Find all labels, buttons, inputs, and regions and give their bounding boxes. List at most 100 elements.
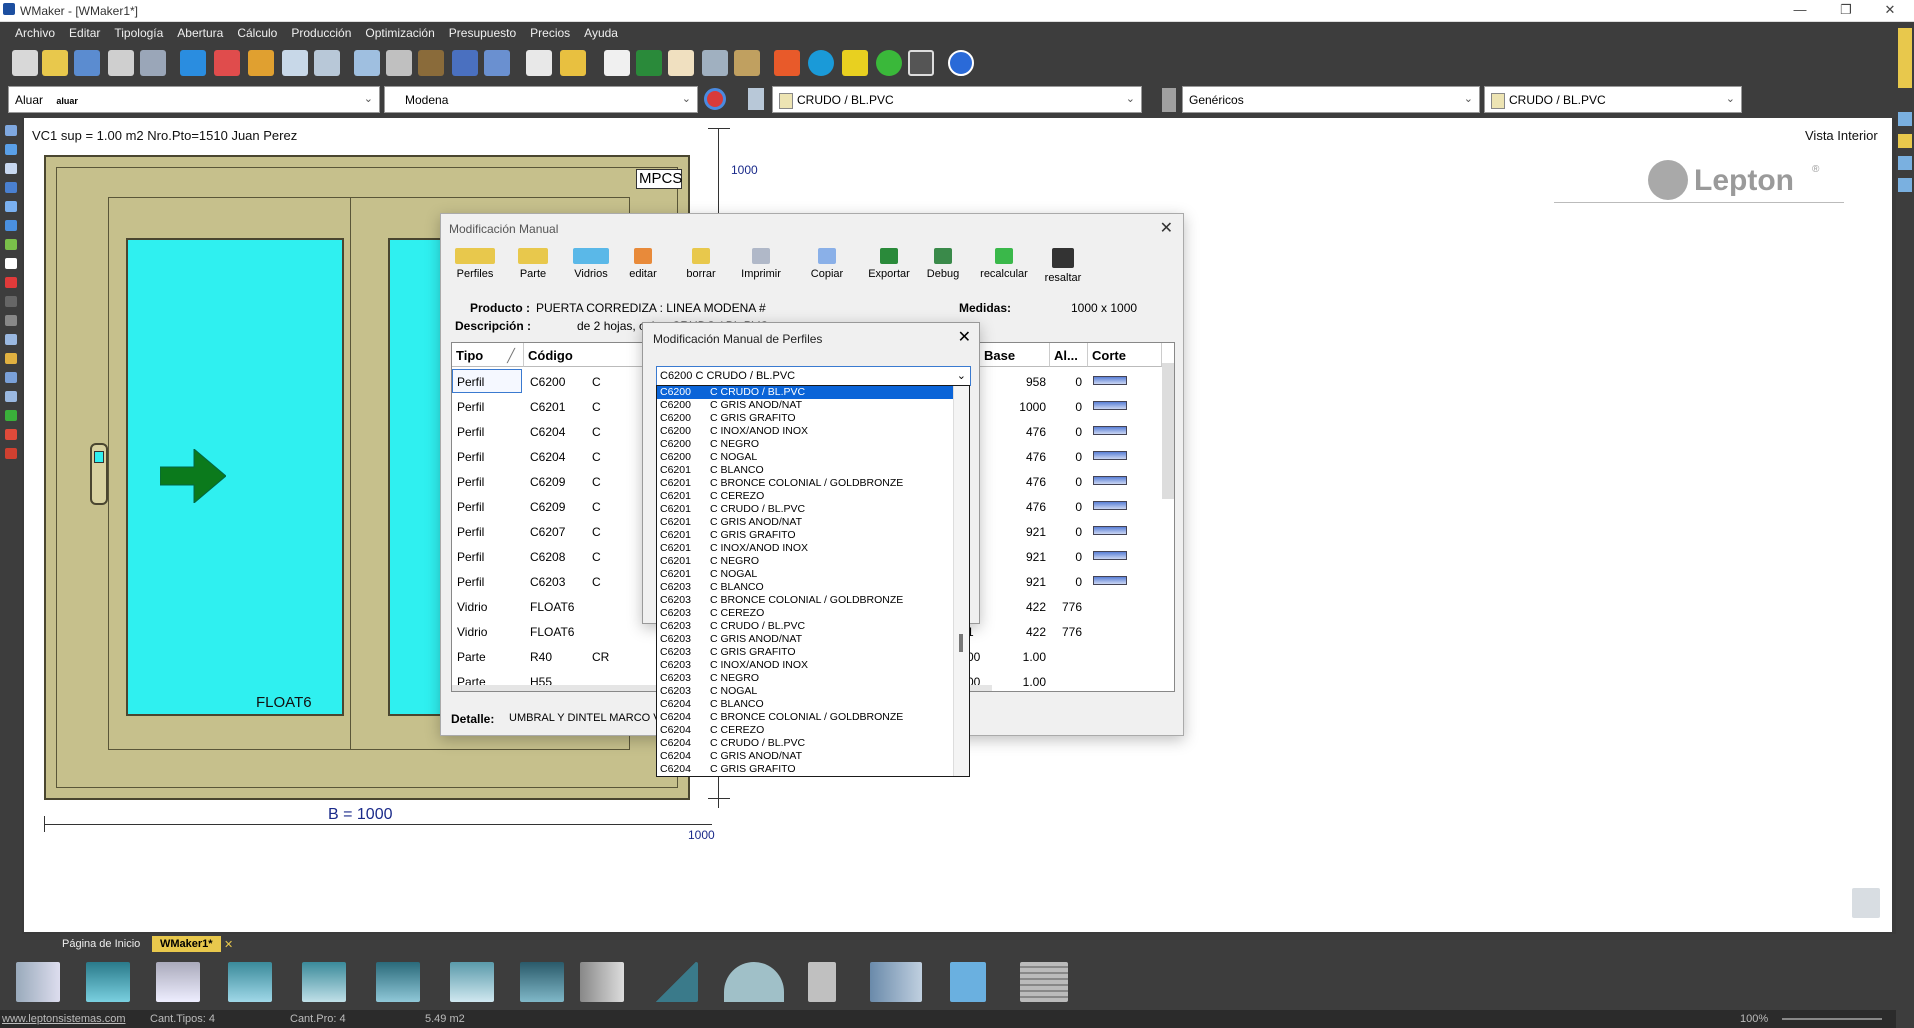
col-alto[interactable]: Al... bbox=[1050, 343, 1088, 367]
color2-combo[interactable]: CRUDO / BL.PVC ⌄ bbox=[1484, 86, 1742, 113]
ruler-icon[interactable] bbox=[702, 50, 728, 76]
menu-produccion[interactable]: Producción bbox=[284, 26, 358, 40]
tool-icon[interactable] bbox=[5, 448, 17, 459]
dropdown-option[interactable]: C6204 C BRONCE COLONIAL / GOLDBRONZE bbox=[657, 711, 953, 724]
website-link[interactable]: www.leptonsistemas.com bbox=[2, 1013, 126, 1025]
tool-icon[interactable] bbox=[5, 410, 17, 421]
help-icon[interactable] bbox=[948, 50, 974, 76]
panel-icon[interactable] bbox=[1898, 112, 1912, 126]
glass-combo[interactable]: Genéricos ⌄ bbox=[1182, 86, 1480, 113]
close-icon[interactable]: ✕ bbox=[1870, 2, 1910, 18]
editar-button[interactable]: editar bbox=[615, 248, 671, 280]
pivot-window-icon[interactable] bbox=[376, 962, 420, 1002]
restore-icon[interactable]: ❐ bbox=[1826, 2, 1866, 18]
dropdown-option[interactable]: C6204 C CRUDO / BL.PVC bbox=[657, 737, 953, 750]
dropdown-option[interactable]: C6201 C NOGAL bbox=[657, 568, 953, 581]
list-icon[interactable] bbox=[604, 50, 630, 76]
fixed-window-icon[interactable] bbox=[86, 962, 130, 1002]
dropdown-option[interactable]: C6204 C BLANCO bbox=[657, 698, 953, 711]
delete-icon[interactable] bbox=[5, 277, 17, 288]
zoom-icon[interactable] bbox=[5, 201, 17, 212]
exportar-button[interactable]: Exportar bbox=[861, 248, 917, 280]
dropdown-option[interactable]: C6204 C GRIS GRAFITO bbox=[657, 763, 953, 776]
dropdown-option[interactable]: C6203 C NOGAL bbox=[657, 685, 953, 698]
tab-close-icon[interactable]: ✕ bbox=[216, 936, 241, 952]
trash-icon[interactable] bbox=[1852, 888, 1880, 918]
map-icon[interactable] bbox=[734, 50, 760, 76]
save-icon[interactable] bbox=[74, 50, 100, 76]
panel-icon[interactable] bbox=[1898, 156, 1912, 170]
parte-button[interactable]: Parte bbox=[505, 248, 561, 280]
frame-icon[interactable] bbox=[248, 50, 274, 76]
menu-presupuesto[interactable]: Presupuesto bbox=[442, 26, 523, 40]
tilt-window-icon[interactable] bbox=[156, 962, 200, 1002]
report-icon[interactable] bbox=[526, 50, 552, 76]
vidrios-button[interactable]: Vidrios bbox=[563, 248, 619, 280]
refresh-icon[interactable] bbox=[704, 88, 726, 110]
menu-editar[interactable]: Editar bbox=[62, 26, 107, 40]
door-icon[interactable] bbox=[808, 962, 836, 1002]
percent-icon[interactable] bbox=[774, 50, 800, 76]
dropdown-option[interactable]: C6201 C CRUDO / BL.PVC bbox=[657, 503, 953, 516]
dropdown-option[interactable]: C6203 C INOX/ANOD INOX bbox=[657, 659, 953, 672]
menu-ayuda[interactable]: Ayuda bbox=[577, 26, 625, 40]
dropdown-option[interactable]: C6200 C INOX/ANOD INOX bbox=[657, 425, 953, 438]
dropdown-option[interactable]: C6203 C GRIS GRAFITO bbox=[657, 646, 953, 659]
menu-abertura[interactable]: Abertura bbox=[170, 26, 230, 40]
curtain-wall-icon[interactable] bbox=[870, 962, 922, 1002]
tool-icon[interactable] bbox=[5, 372, 17, 383]
double-casement-icon[interactable] bbox=[302, 962, 346, 1002]
dropdown-option[interactable]: C6200 C GRIS GRAFITO bbox=[657, 412, 953, 425]
print-icon[interactable] bbox=[108, 50, 134, 76]
vertical-tab[interactable] bbox=[1898, 28, 1912, 88]
windows-icon[interactable] bbox=[180, 50, 206, 76]
dropdown-option[interactable]: C6203 C CEREZO bbox=[657, 607, 953, 620]
louver-window-icon[interactable] bbox=[520, 962, 564, 1002]
sliding-window-icon[interactable] bbox=[16, 962, 60, 1002]
camera-icon[interactable] bbox=[908, 50, 934, 76]
dropdown-option[interactable]: C6201 C GRIS GRAFITO bbox=[657, 529, 953, 542]
col-corte[interactable]: Corte bbox=[1088, 343, 1162, 367]
triangle-window-icon[interactable] bbox=[654, 962, 698, 1002]
tool-icon[interactable] bbox=[5, 182, 17, 193]
open-folder-icon[interactable] bbox=[42, 50, 68, 76]
scissors-icon[interactable] bbox=[5, 315, 17, 326]
glasses-icon[interactable] bbox=[418, 50, 444, 76]
dropdown-option[interactable]: C6203 C BRONCE COLONIAL / GOLDBRONZE bbox=[657, 594, 953, 607]
excel-icon[interactable] bbox=[636, 50, 662, 76]
dropdown-option[interactable]: C6200 C CRUDO / BL.PVC bbox=[657, 386, 953, 399]
dropdown-option[interactable]: C6201 C GRIS ANOD/NAT bbox=[657, 516, 953, 529]
copiar-button[interactable]: Copiar bbox=[799, 248, 855, 280]
eraser-icon[interactable] bbox=[214, 50, 240, 76]
dropdown-option[interactable]: C6200 C NOGAL bbox=[657, 451, 953, 464]
col-base[interactable]: Base bbox=[980, 343, 1050, 367]
dropdown-option[interactable]: C6201 C NEGRO bbox=[657, 555, 953, 568]
dropdown-option[interactable]: C6201 C CEREZO bbox=[657, 490, 953, 503]
dropdown-option[interactable]: C6201 C INOX/ANOD INOX bbox=[657, 542, 953, 555]
borrar-button[interactable]: borrar bbox=[673, 248, 729, 280]
brush-icon[interactable] bbox=[386, 50, 412, 76]
download-icon[interactable] bbox=[808, 50, 834, 76]
resaltar-button[interactable]: resaltar bbox=[1035, 248, 1091, 284]
arch-window-icon[interactable] bbox=[724, 962, 784, 1002]
triangle-ruler-icon[interactable] bbox=[842, 50, 868, 76]
tool-icon[interactable] bbox=[5, 296, 17, 307]
color-combo[interactable]: CRUDO / BL.PVC ⌄ bbox=[772, 86, 1142, 113]
supplier-combo[interactable]: Aluar aluar ⌄ bbox=[8, 86, 380, 113]
paint-bucket-icon[interactable] bbox=[748, 88, 764, 110]
dropdown-option[interactable]: C6203 C GRIS ANOD/NAT bbox=[657, 633, 953, 646]
scroll-thumb[interactable] bbox=[959, 634, 963, 652]
dropdown-option[interactable]: C6203 C BLANCO bbox=[657, 581, 953, 594]
tool-icon[interactable] bbox=[5, 220, 17, 231]
menu-archivo[interactable]: Archivo bbox=[8, 26, 62, 40]
tool-icon[interactable] bbox=[5, 391, 17, 402]
new-icon[interactable] bbox=[12, 50, 38, 76]
door-panel-icon[interactable] bbox=[580, 962, 624, 1002]
warning-icon[interactable] bbox=[1898, 134, 1912, 148]
dropdown-option[interactable]: C6201 C BLANCO bbox=[657, 464, 953, 477]
line-combo[interactable]: Modena ⌄ bbox=[384, 86, 698, 113]
menu-precios[interactable]: Precios bbox=[523, 26, 577, 40]
dropdown-option[interactable]: C6203 C CRUDO / BL.PVC bbox=[657, 620, 953, 633]
check-icon[interactable] bbox=[5, 239, 17, 250]
tab-wmaker1[interactable]: WMaker1* bbox=[152, 936, 221, 952]
